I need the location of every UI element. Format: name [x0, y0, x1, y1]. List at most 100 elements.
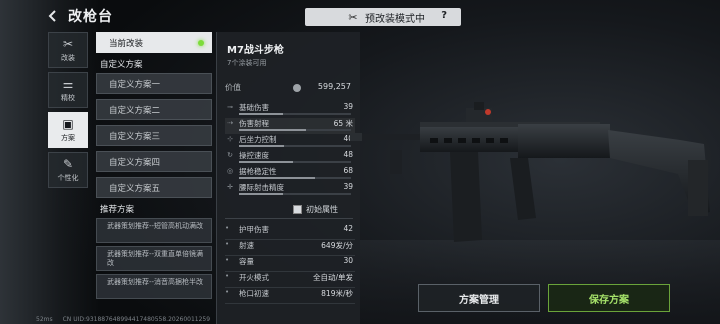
stat-bar-fill: [239, 145, 284, 147]
tab-calibrate[interactable]: ⚌ 精校: [48, 72, 88, 108]
scheme-icon: ▣: [62, 116, 74, 131]
tab-label: 方案: [61, 133, 75, 142]
mode-label: 预改装模式中: [365, 13, 425, 25]
stat-name: 据枪稳定性: [239, 167, 277, 176]
rifle-model[interactable]: [350, 100, 720, 250]
tab-rail: ✂ 改装 ⚌ 精校 ▣ 方案 ✎ 个性化: [48, 32, 88, 192]
attr-value: 819米/秒: [321, 289, 353, 298]
preset-list: 当前改装 自定义方案 自定义方案一 自定义方案二 自定义方案三 自定义方案四 自…: [96, 32, 212, 302]
preset-custom-1[interactable]: 自定义方案一: [96, 73, 212, 94]
stat-bar-fill: [239, 129, 307, 131]
stat-bar: [239, 161, 351, 163]
stability-icon: ◎: [226, 167, 234, 175]
tab-label: 精校: [61, 93, 75, 102]
checkbox-icon[interactable]: [293, 205, 302, 214]
preset-custom-4[interactable]: 自定义方案四: [96, 151, 212, 172]
crosshair-icon: ✛: [227, 183, 233, 191]
page-title: 改枪台: [68, 9, 113, 25]
tab-personalize[interactable]: ✎ 个性化: [48, 152, 88, 188]
skins-available: 7个涂装可用: [227, 59, 267, 67]
attr-row: • 射速 649发/分: [225, 240, 355, 256]
stat-bar: [239, 129, 351, 131]
stat-row: ⇢ 伤害射程 65 米: [225, 118, 355, 134]
header: 改枪台: [46, 6, 113, 26]
value-row: 价值 599,257: [225, 82, 353, 96]
bullet-icon: •: [225, 256, 230, 264]
stat-name: 基础伤害: [239, 103, 269, 112]
tab-modify[interactable]: ✂ 改装: [48, 32, 88, 68]
attr-name: 开火模式: [239, 273, 269, 282]
preset-label: 当前改装: [109, 38, 144, 49]
preset-recommended-1[interactable]: 武器策划推荐--短管高机动满改: [96, 218, 212, 243]
stat-row: ◎ 据枪稳定性 68: [225, 166, 355, 182]
stat-bar-fill: [239, 177, 316, 179]
attr-name: 射速: [239, 241, 254, 250]
attr-name: 枪口初速: [239, 289, 269, 298]
stat-name: 腰际射击精度: [239, 183, 284, 192]
wrench-icon: ✂: [348, 10, 358, 24]
status-bar: 52ms CN UID:931887648994417480558.202600…: [36, 316, 210, 323]
wrench-icon: ✂: [62, 36, 74, 51]
stat-name: 后坐力控制: [239, 135, 277, 144]
attr-value: 30: [343, 256, 353, 265]
attr-row: • 开火模式 全自动/单发: [225, 272, 355, 288]
divider: [225, 218, 353, 219]
stat-bar: [239, 177, 351, 179]
stat-bar-fill: [239, 161, 293, 163]
attr-value: 649发/分: [321, 241, 353, 250]
bullet-icon: •: [225, 288, 230, 296]
save-scheme-button[interactable]: 保存方案: [548, 284, 670, 312]
handling-icon: ↻: [227, 151, 233, 159]
bullet-icon: •: [225, 272, 230, 280]
preset-custom-3[interactable]: 自定义方案三: [96, 125, 212, 146]
preset-custom-5[interactable]: 自定义方案五: [96, 177, 212, 198]
back-arrow-icon[interactable]: [46, 9, 60, 23]
attr-value: 全自动/单发: [312, 273, 353, 282]
attr-row: • 护甲伤害 42: [225, 224, 355, 240]
bullet-icon: •: [225, 224, 230, 232]
tab-scheme[interactable]: ▣ 方案: [48, 112, 88, 148]
pre-modification-mode-pill[interactable]: ✂ 预改装模式中 ?: [305, 8, 461, 26]
active-indicator-icon: [198, 40, 204, 46]
initial-attributes-toggle[interactable]: 初始属性: [293, 204, 338, 215]
value-amount: 599,257: [317, 82, 351, 91]
stat-name: 操控速度: [239, 151, 269, 160]
stat-row: ✛ 腰际射击精度 39: [225, 182, 355, 198]
stat-row: ⊹ 后坐力控制 40: [225, 134, 355, 150]
tab-label: 个性化: [57, 173, 79, 182]
recoil-icon: ⊹: [227, 135, 233, 143]
stat-name: 伤害射程: [239, 119, 269, 128]
attr-row: • 容量 30: [225, 256, 355, 272]
stat-bar-fill: [239, 113, 283, 115]
attr-row: • 枪口初速 819米/秒: [225, 288, 355, 304]
value-label: 价值: [225, 83, 241, 92]
stat-bar: [239, 145, 351, 147]
sliders-icon: ⚌: [62, 76, 74, 91]
range-icon: ⇢: [227, 119, 233, 127]
attr-name: 容量: [239, 257, 254, 266]
initial-label: 初始属性: [306, 205, 338, 214]
bullet-icon: •: [225, 240, 230, 248]
stat-bar: [239, 113, 351, 115]
help-icon[interactable]: ?: [441, 10, 447, 21]
preset-recommended-3[interactable]: 武器策划推荐--消音高据枪半改: [96, 274, 212, 299]
stat-bar: [239, 193, 351, 195]
damage-icon: ⊸: [227, 103, 233, 111]
scheme-management-button[interactable]: 方案管理: [418, 284, 540, 312]
stat-row: ⊸ 基础伤害 39: [225, 102, 355, 118]
preset-current[interactable]: 当前改装: [96, 32, 212, 53]
uid-text: CN UID:931887648994417480558.20260011259: [62, 316, 211, 323]
ping-value: 52ms: [36, 316, 53, 323]
stat-row: ↻ 操控速度 48: [225, 150, 355, 166]
weapon-name: M7战斗步枪: [227, 45, 284, 56]
coin-icon: [293, 84, 301, 92]
attr-name: 护甲伤害: [239, 225, 269, 234]
tab-label: 改装: [61, 53, 75, 62]
recommended-section-title: 推荐方案: [100, 205, 135, 215]
preset-recommended-2[interactable]: 武器策划推荐--双重直单倍镜满改: [96, 246, 212, 271]
preset-custom-2[interactable]: 自定义方案二: [96, 99, 212, 120]
personalize-icon: ✎: [62, 156, 74, 171]
weapon-stats-panel: M7战斗步枪 7个涂装可用 价值 599,257 ⊸ 基础伤害 39 ⇢ 伤害射…: [216, 32, 360, 324]
custom-section-title: 自定义方案: [100, 60, 143, 70]
stat-bar-fill: [239, 193, 283, 195]
